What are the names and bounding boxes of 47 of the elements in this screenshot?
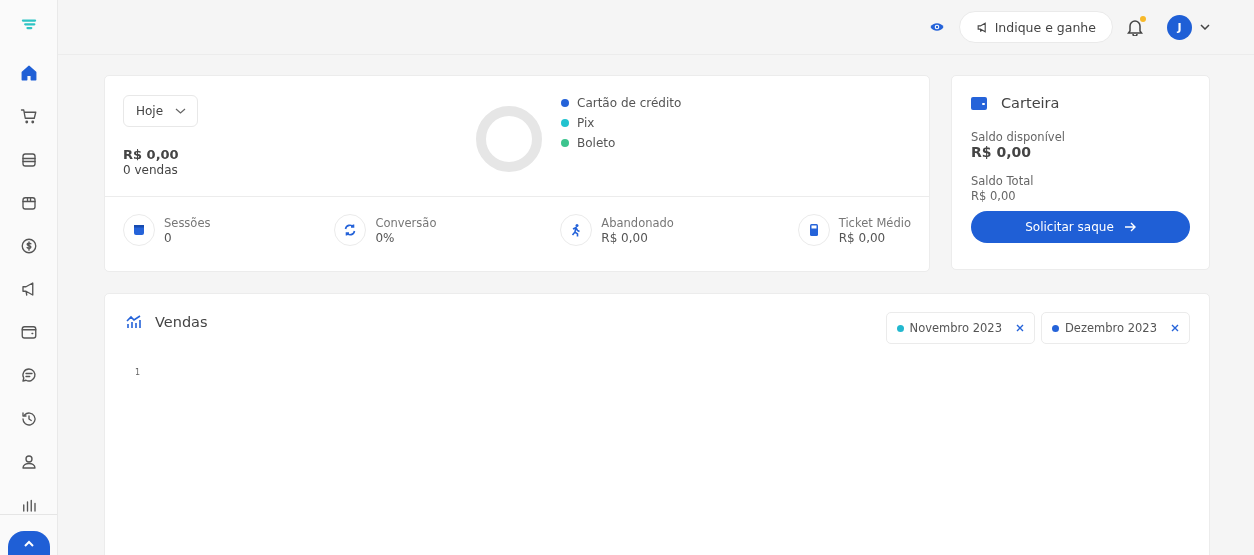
sales-count: 0 vendas: [123, 163, 179, 177]
metric-label: Sessões: [164, 215, 211, 230]
sales-title: Vendas: [155, 314, 208, 330]
megaphone-icon: [975, 20, 989, 34]
legend-label: Pix: [577, 116, 595, 130]
chevron-down-icon: [175, 108, 187, 114]
metric-value: R$ 0,00: [601, 230, 649, 245]
cart-icon[interactable]: [19, 107, 38, 126]
total-amount: R$ 0,00: [123, 147, 180, 162]
chart-icon: [126, 315, 142, 329]
user-icon[interactable]: [19, 452, 38, 471]
empty-donut-drawing: [475, 105, 543, 173]
close-icon[interactable]: [1171, 324, 1179, 332]
metric-value: 0%: [375, 230, 396, 245]
chip-label: Novembro 2023: [909, 321, 1002, 335]
metric-label: Conversão: [375, 215, 437, 230]
period-dropdown[interactable]: Hoje: [123, 95, 199, 127]
total-value: R$ 0,00: [971, 189, 1017, 203]
user-avatar[interactable]: J: [1167, 14, 1192, 40]
metric-label: Ticket Médio: [838, 215, 911, 230]
history-icon[interactable]: [19, 409, 38, 428]
home-icon[interactable]: [19, 64, 38, 83]
notification-bell-icon[interactable]: [1127, 18, 1143, 36]
chat-icon[interactable]: [19, 366, 38, 385]
metric-value: R$ 0,00: [838, 230, 887, 245]
arrow-right-icon: [1123, 222, 1136, 232]
legend-label: Cartão de crédito: [577, 96, 682, 110]
eye-icon[interactable]: [929, 21, 944, 33]
metric-label: Abandonado: [601, 215, 674, 230]
wallet-icon: [971, 96, 987, 110]
wallet-icon[interactable]: [19, 323, 38, 342]
scroll-up-button[interactable]: [7, 531, 50, 555]
wallet-title: Carteira: [1001, 95, 1060, 111]
withdraw-button[interactable]: Solicitar saque: [971, 211, 1190, 243]
axis-tick: 1: [135, 368, 142, 377]
available-label: Saldo disponível: [971, 130, 1066, 144]
total-label: Saldo Total: [971, 174, 1035, 188]
legend-label: Boleto: [577, 136, 616, 150]
close-icon[interactable]: [1016, 324, 1024, 332]
logo-icon: [19, 19, 38, 32]
store-icon[interactable]: [19, 150, 38, 169]
metric-value: 0: [164, 230, 173, 245]
available-value: R$ 0,00: [971, 144, 1032, 160]
referral-button[interactable]: Indique e ganhe: [958, 11, 1113, 43]
chevron-down-icon[interactable]: [1200, 24, 1210, 30]
coin-icon[interactable]: [19, 236, 38, 255]
chip-label: Dezembro 2023: [1065, 321, 1157, 335]
